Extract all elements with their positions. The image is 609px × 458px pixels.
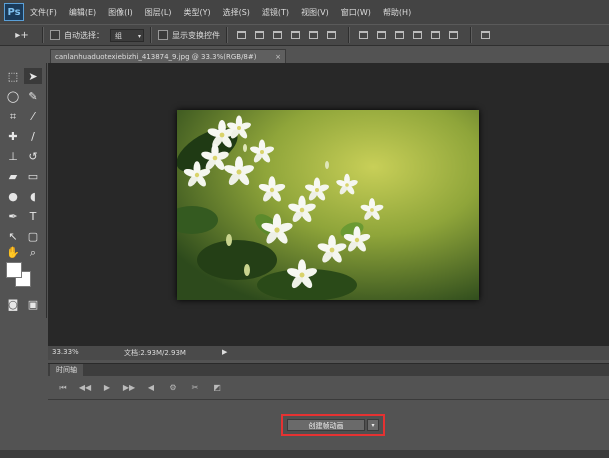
brush-icon[interactable]: / [24, 128, 42, 144]
status-bar: 33.33% 文档:2.93M/2.93M ▶ [48, 346, 609, 360]
document-tab[interactable]: canlanhuaduotexiebizhi_413874_9.jpg @ 33… [50, 49, 286, 63]
menu-layer[interactable]: 图层(L) [145, 7, 172, 18]
menu-image[interactable]: 图像(I) [108, 7, 133, 18]
create-animation-highlight: 创建帧动画 ▾ [281, 414, 385, 436]
distribute-left-icon[interactable] [410, 28, 424, 42]
distribute-right-icon[interactable] [446, 28, 460, 42]
align-top-icon[interactable] [234, 28, 248, 42]
menu-bar: Ps 文件(F) 编辑(E) 图像(I) 图层(L) 类型(Y) 选择(S) 滤… [0, 0, 609, 24]
hand-icon[interactable]: ✋ [4, 244, 22, 260]
panel-bottom-bar [0, 450, 609, 458]
menu-type[interactable]: 类型(Y) [183, 7, 210, 18]
crop-icon[interactable]: ⌗ [4, 108, 22, 124]
auto-align-icon[interactable] [478, 28, 492, 42]
audio-icon[interactable]: ◀ [142, 381, 160, 395]
eyedropper-icon[interactable]: ⁄ [24, 108, 42, 124]
first-frame-icon[interactable]: ⏮ [54, 381, 72, 395]
divider [470, 27, 472, 43]
distribute-vcenter-icon[interactable] [374, 28, 388, 42]
divider [150, 27, 152, 43]
create-frame-animation-button[interactable]: 创建帧动画 [287, 419, 365, 431]
menu-view[interactable]: 视图(V) [301, 7, 329, 18]
gradient-icon[interactable]: ▭ [24, 168, 42, 184]
align-left-icon[interactable] [288, 28, 302, 42]
divider [42, 27, 44, 43]
type-icon[interactable]: T [24, 208, 42, 224]
auto-select-label: 自动选择： [64, 30, 104, 40]
show-transform-checkbox[interactable] [158, 30, 168, 40]
chevron-down-icon[interactable]: ▾ [367, 419, 379, 431]
screen-mode-icon[interactable]: ▣ [24, 296, 42, 312]
status-menu-arrow-icon[interactable]: ▶ [222, 348, 227, 356]
next-frame-icon[interactable]: ▶▶ [120, 381, 138, 395]
menu-window[interactable]: 窗口(W) [341, 7, 371, 18]
distribute-hcenter-icon[interactable] [428, 28, 442, 42]
align-right-icon[interactable] [324, 28, 338, 42]
rectangle-shape-icon[interactable]: ▢ [24, 228, 42, 244]
previous-frame-icon[interactable]: ◀◀ [76, 381, 94, 395]
zoom-icon[interactable]: ⌕ [24, 244, 42, 260]
transition-icon[interactable]: ◩ [208, 381, 226, 395]
chevron-down-icon: ▾ [137, 32, 141, 40]
auto-select-value: 组 [115, 31, 122, 40]
menu-filter[interactable]: 滤镜(T) [262, 7, 289, 18]
quick-select-icon[interactable]: ✎ [24, 88, 42, 104]
menu-select[interactable]: 选择(S) [223, 7, 250, 18]
photoshop-window: Ps 文件(F) 编辑(E) 图像(I) 图层(L) 类型(Y) 选择(S) 滤… [0, 0, 609, 458]
zoom-level[interactable]: 33.33% [52, 348, 79, 356]
timeline-panel-header: 时间轴 [48, 363, 609, 376]
divider [226, 27, 228, 43]
align-hcenter-icon[interactable] [306, 28, 320, 42]
close-icon[interactable]: × [275, 50, 281, 64]
document-image [177, 110, 479, 300]
tool-preset-picker[interactable]: ▸+ [8, 27, 36, 43]
dodge-icon[interactable]: ◖ [24, 188, 42, 204]
clone-stamp-icon[interactable]: ⊥ [4, 148, 22, 164]
menu-file[interactable]: 文件(F) [30, 7, 57, 18]
settings-icon[interactable]: ⚙ [164, 381, 182, 395]
path-selection-icon[interactable]: ↖ [4, 228, 22, 244]
pen-icon[interactable]: ✒ [4, 208, 22, 224]
menu-edit[interactable]: 编辑(E) [69, 7, 96, 18]
blur-icon[interactable]: ● [4, 188, 22, 204]
auto-select-dropdown[interactable]: 组 ▾ [110, 28, 144, 42]
distribute-top-icon[interactable] [356, 28, 370, 42]
quick-mask-icon[interactable]: ◙ [4, 296, 22, 312]
eraser-icon[interactable]: ▰ [4, 168, 22, 184]
app-logo: Ps [4, 3, 24, 21]
align-vcenter-icon[interactable] [252, 28, 266, 42]
timeline-controls: ⏮ ◀◀ ▶ ▶▶ ◀ ⚙ ✂ ◩ [48, 376, 609, 400]
menu-help[interactable]: 帮助(H) [383, 7, 411, 18]
play-icon[interactable]: ▶ [98, 381, 116, 395]
rectangular-marquee-icon[interactable]: ⬚ [4, 68, 22, 84]
distribute-bottom-icon[interactable] [392, 28, 406, 42]
history-brush-icon[interactable]: ↺ [24, 148, 42, 164]
align-bottom-icon[interactable] [270, 28, 284, 42]
document-title: canlanhuaduotexiebizhi_413874_9.jpg @ 33… [55, 53, 257, 61]
timeline-tab[interactable]: 时间轴 [50, 364, 83, 376]
move-tool-icon[interactable]: ➤ [24, 68, 42, 84]
divider [348, 27, 350, 43]
show-transform-label: 显示变换控件 [172, 30, 220, 40]
healing-brush-icon[interactable]: ✚ [4, 128, 22, 144]
foreground-color-swatch[interactable] [6, 262, 22, 278]
lasso-icon[interactable]: ◯ [4, 88, 22, 104]
auto-select-checkbox[interactable] [50, 30, 60, 40]
options-bar: ▸+ 自动选择： 组 ▾ 显示变换控件 [0, 24, 609, 46]
document-size: 文档:2.93M/2.93M [124, 349, 186, 357]
split-icon[interactable]: ✂ [186, 381, 204, 395]
